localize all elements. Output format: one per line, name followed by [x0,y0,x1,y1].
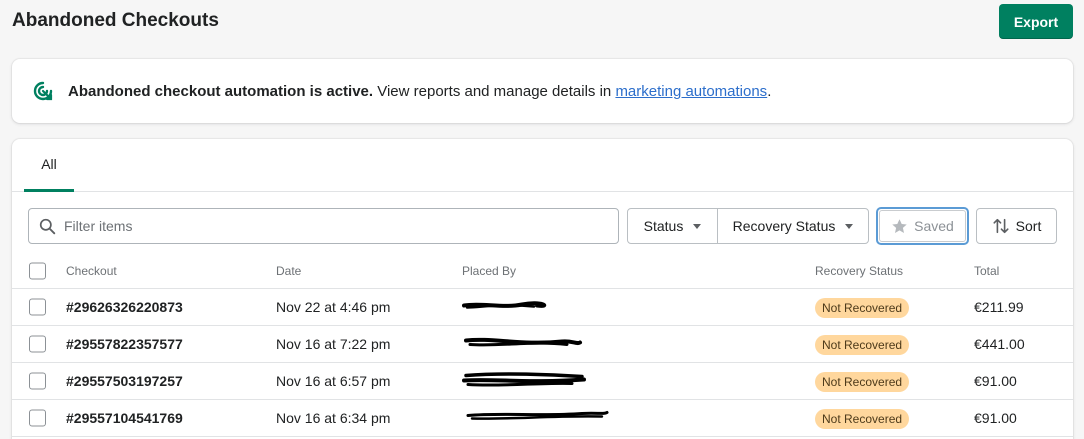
header-total[interactable]: Total [974,264,999,278]
saved-button-inner-border [879,210,966,242]
saved-button[interactable]: Saved [876,207,969,245]
checkout-total: €211.99 [974,299,1024,315]
checkout-date: Nov 16 at 7:22 pm [276,336,391,352]
checkout-total: €91.00 [974,373,1017,389]
table-row[interactable]: #29557822357577 Nov 16 at 7:22 pm Not Re… [12,326,1073,363]
row-checkbox[interactable] [29,372,46,390]
table-row[interactable]: #29557503197257 Nov 16 at 6:57 pm Not Re… [12,363,1073,400]
badge-label: Not Recovered [815,335,910,355]
export-button[interactable]: Export [999,4,1073,39]
recovery-status-badge: Not Recovered [815,298,910,318]
search-icon [39,218,56,234]
filter-input[interactable] [64,218,584,234]
sort-button[interactable]: Sort [976,208,1057,244]
badge-label: Not Recovered [815,409,910,429]
placed-by-redacted [462,370,612,393]
caret-down-icon [845,223,854,229]
table-header: Checkout Date Placed By Recovery Status … [12,253,1073,289]
row-checkbox[interactable] [29,298,46,316]
recovery-status-filter-button[interactable]: Recovery Status [718,209,868,243]
recovery-status-badge: Not Recovered [815,409,910,429]
filter-search-field[interactable] [28,208,619,244]
checkouts-card: All Status Recovery Status Saved Sort [12,139,1073,439]
checkout-id[interactable]: #29557503197257 [66,373,183,389]
tab-bar: All [12,139,1073,192]
table-row[interactable]: #29557104541769 Nov 16 at 6:34 pm Not Re… [12,400,1073,437]
page-title: Abandoned Checkouts [12,10,219,31]
checkout-date: Nov 16 at 6:57 pm [276,373,391,389]
header-checkout[interactable]: Checkout [66,264,117,278]
placed-by-redacted [462,333,612,356]
header-recovery-status[interactable]: Recovery Status [815,264,903,278]
select-all-checkbox[interactable] [29,262,46,279]
tab-all[interactable]: All [24,139,74,192]
checkout-date: Nov 16 at 6:34 pm [276,410,391,426]
table-row[interactable]: #29626326220873 Nov 22 at 4:46 pm Not Re… [12,289,1073,326]
row-checkbox[interactable] [29,335,46,353]
placed-by-redacted [462,407,612,430]
banner-body-text: View reports and manage details in [373,82,616,100]
banner-message: Abandoned checkout automation is active.… [68,83,771,100]
header-date[interactable]: Date [276,264,301,278]
placed-by-redacted [462,296,612,319]
status-filter-button[interactable]: Status [628,209,718,243]
checkout-total: €441.00 [974,336,1025,352]
badge-label: Not Recovered [815,372,910,392]
marketing-automations-link[interactable]: marketing automations [615,83,767,100]
checkout-total: €91.00 [974,410,1017,426]
recovery-status-badge: Not Recovered [815,335,910,355]
checkout-id[interactable]: #29626326220873 [66,299,183,315]
redaction-scribble [466,411,609,420]
badge-label: Not Recovered [815,298,910,318]
redaction-scribble [462,301,547,309]
banner-strong-text: Abandoned checkout automation is active. [68,82,374,100]
row-checkbox[interactable] [29,409,46,427]
checkout-date: Nov 22 at 4:46 pm [276,299,391,315]
header-placed-by[interactable]: Placed By [462,264,516,278]
automation-target-icon [33,81,53,101]
redaction-scribble [462,372,586,387]
checkout-id[interactable]: #29557822357577 [66,336,183,352]
sort-label: Sort [1015,218,1042,234]
recovery-status-filter-label: Recovery Status [732,218,836,234]
caret-down-icon [693,223,702,229]
redaction-scribble [464,337,582,347]
checkout-id[interactable]: #29557104541769 [66,410,183,426]
banner-end-text: . [767,82,772,100]
status-filter-label: Status [643,218,684,234]
sort-arrows-icon [993,218,1009,234]
recovery-status-badge: Not Recovered [815,372,910,392]
automation-banner: Abandoned checkout automation is active.… [12,59,1073,123]
filter-button-group: Status Recovery Status [627,208,869,244]
